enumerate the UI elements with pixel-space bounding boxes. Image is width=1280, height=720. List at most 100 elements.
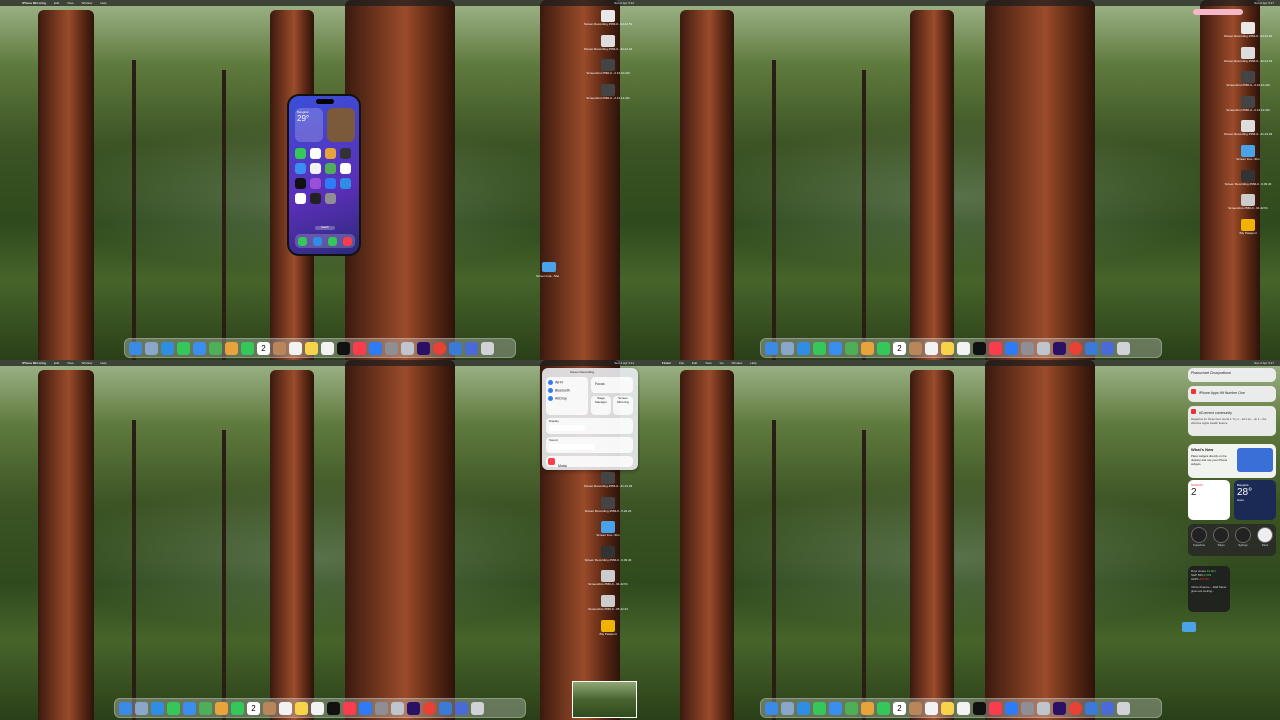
menu-item[interactable]: Window <box>732 361 743 365</box>
facetime-icon[interactable] <box>231 701 244 715</box>
menu-item[interactable]: Window <box>82 1 93 5</box>
app-icon[interactable] <box>310 193 321 204</box>
desktop-file[interactable]: Screen Recording 2566-0...42.44.44 <box>1222 46 1274 64</box>
premiere-icon[interactable] <box>417 341 430 355</box>
wifi-row[interactable]: Wi-Fi <box>548 380 586 385</box>
display-slider[interactable] <box>549 425 585 431</box>
screen-sharing-icon[interactable] <box>439 701 452 715</box>
contacts-icon[interactable] <box>909 341 922 355</box>
iphone-mirroring-icon[interactable] <box>1037 701 1050 715</box>
menu-item[interactable]: View <box>705 361 711 365</box>
desktop-file[interactable]: Screen Recording 2566-0...04.42.51 <box>1222 22 1274 39</box>
desktop-file[interactable]: Screen Recording 2566-0...9.39.40 <box>1222 169 1274 187</box>
music-icon[interactable] <box>343 701 356 715</box>
desktop-file[interactable]: Screenshot 2566-0...2.13.12.AM <box>582 83 634 101</box>
photos-icon[interactable] <box>861 701 874 715</box>
menu-item[interactable]: Go <box>720 361 724 365</box>
system-settings-icon[interactable] <box>385 341 398 355</box>
finder-icon[interactable] <box>765 341 778 355</box>
screenshot-thumbnail-preview[interactable] <box>572 681 637 718</box>
app-store-icon[interactable] <box>359 701 372 715</box>
weather-widget[interactable]: Bangkok 29° <box>295 108 323 142</box>
chrome-icon[interactable] <box>433 341 446 355</box>
system-settings-icon[interactable] <box>375 701 388 715</box>
desktop-file[interactable]: Screen Recording 2566-0...04.42.51 <box>582 10 634 27</box>
app-icon[interactable] <box>325 163 336 174</box>
tv-icon[interactable] <box>973 701 986 715</box>
chrome-icon[interactable] <box>1069 701 1082 715</box>
menu-item[interactable]: View <box>67 361 73 365</box>
trash-icon[interactable] <box>471 701 484 715</box>
photos-icon[interactable] <box>215 701 228 715</box>
drive-icon[interactable]: iMy Passport <box>582 619 634 637</box>
safari-icon[interactable] <box>797 701 810 715</box>
safari-icon[interactable] <box>151 701 164 715</box>
trash-icon[interactable] <box>1117 701 1130 715</box>
notes-icon[interactable] <box>295 701 308 715</box>
focus-tile[interactable]: Focus <box>591 377 633 393</box>
music-icon[interactable] <box>989 701 1002 715</box>
menu-clock[interactable]: Sun 2 Apr 3:17 <box>1254 361 1274 365</box>
finder-icon[interactable] <box>119 701 132 715</box>
menu-clock[interactable]: Sun 2 Apr 3:17 <box>1254 1 1274 5</box>
premiere-icon[interactable] <box>407 701 420 715</box>
facetime-icon[interactable] <box>877 341 890 355</box>
iphone-mirroring-icon[interactable] <box>1037 341 1050 355</box>
notification-card[interactable]: #Connect community Magazine for those he… <box>1188 406 1276 436</box>
screen-sharing-icon[interactable] <box>1085 701 1098 715</box>
music-icon[interactable] <box>989 341 1002 355</box>
whats-new-widget[interactable]: What's New Place widgets directly on the… <box>1188 444 1276 478</box>
freeform-icon[interactable] <box>321 341 334 355</box>
desktop-file[interactable]: Screen Recording 2566-0...42.44.44 <box>582 34 634 52</box>
maps-icon[interactable] <box>845 701 858 715</box>
archive-icon[interactable] <box>455 701 468 715</box>
weather-widget[interactable]: Bangkok 28° Haze <box>1234 480 1276 520</box>
photos-icon[interactable] <box>861 341 874 355</box>
facetime-icon[interactable] <box>241 341 254 355</box>
desktop-file[interactable]: Screenshot 2566-0...2.13.12.AM <box>1222 95 1274 113</box>
drive-icon[interactable]: iMy Passport <box>1222 218 1274 236</box>
airdrop-row[interactable]: AirDrop <box>548 396 586 401</box>
folder-icon[interactable]: Screen Ima...Sho <box>582 521 634 538</box>
notes-icon[interactable] <box>941 341 954 355</box>
archive-icon[interactable] <box>1101 341 1114 355</box>
app-store-icon[interactable] <box>1005 341 1018 355</box>
desktop-file[interactable]: Screen Recording 2566-0...9.39.40 <box>582 545 634 563</box>
notification-card[interactable]: iPhone Apps Hit Number One <box>1188 386 1276 402</box>
menu-item[interactable]: Edit <box>692 361 697 365</box>
app-icon[interactable] <box>325 193 336 204</box>
premiere-icon[interactable] <box>1053 341 1066 355</box>
menu-item[interactable]: File <box>679 361 684 365</box>
calendar-widget[interactable]: SUNDAY 2 <box>1188 480 1230 520</box>
chrome-icon[interactable] <box>423 701 436 715</box>
desktop-file[interactable]: Screenshot 2566-0...2.13.10.AM <box>582 59 634 76</box>
maps-icon[interactable] <box>845 341 858 355</box>
app-icon[interactable] <box>325 178 336 189</box>
photos-icon[interactable] <box>225 341 238 355</box>
calendar-icon[interactable]: 2 <box>247 701 260 715</box>
menu-app-name[interactable]: iPhone Mirroring <box>22 361 46 365</box>
messages-icon[interactable] <box>177 341 190 355</box>
maps-icon[interactable] <box>209 341 222 355</box>
notes-icon[interactable] <box>305 341 318 355</box>
system-settings-icon[interactable] <box>1021 341 1034 355</box>
desktop-file[interactable]: Screen Recording 2566-0...21.23.33 <box>1222 120 1274 137</box>
menu-item[interactable]: Window <box>82 361 93 365</box>
world-clock-widget[interactable]: Cupertino Tokyo Sydney Paris <box>1188 524 1276 556</box>
app-store-icon[interactable] <box>369 341 382 355</box>
messages-icon[interactable] <box>167 701 180 715</box>
desktop-file[interactable]: Screen Recording 2566-0...21.23.33 <box>582 472 634 489</box>
menu-app-name[interactable]: iPhone Mirroring <box>22 1 46 5</box>
app-icon[interactable] <box>295 178 306 189</box>
menu-app-name[interactable]: Finder <box>662 361 671 365</box>
messages-icon[interactable] <box>813 701 826 715</box>
safari-icon[interactable] <box>797 341 810 355</box>
archive-icon[interactable] <box>1101 701 1114 715</box>
iphone-mirroring-icon[interactable] <box>401 341 414 355</box>
screen-mirroring-tile[interactable]: Screen Mirroring <box>613 396 633 415</box>
desktop-file[interactable]: Screenshot 2566-0...2.13.10.AM <box>1222 71 1274 88</box>
premiere-icon[interactable] <box>1053 701 1066 715</box>
menu-item[interactable]: Help <box>750 361 756 365</box>
tv-icon[interactable] <box>327 701 340 715</box>
menu-item[interactable]: Edit <box>54 361 59 365</box>
